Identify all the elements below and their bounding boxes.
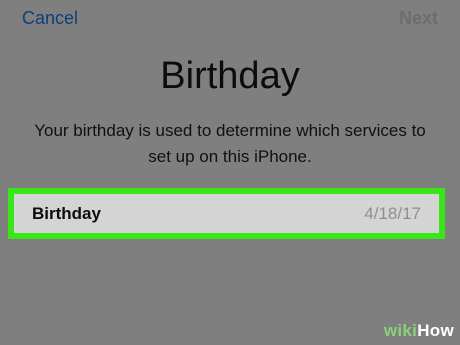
birthday-field-label: Birthday	[32, 203, 101, 223]
next-button[interactable]: Next	[399, 8, 438, 29]
wikihow-watermark: wikiHow	[384, 321, 454, 341]
watermark-how: How	[417, 321, 454, 340]
watermark-wiki: wiki	[383, 321, 418, 340]
page-title: Birthday	[160, 55, 300, 97]
cancel-button[interactable]: Cancel	[22, 8, 78, 29]
page-description: Your birthday is used to determine which…	[34, 121, 426, 166]
birthday-field[interactable]: Birthday 4/18/17	[8, 188, 445, 239]
birthday-field-value: 4/18/17	[364, 203, 421, 223]
